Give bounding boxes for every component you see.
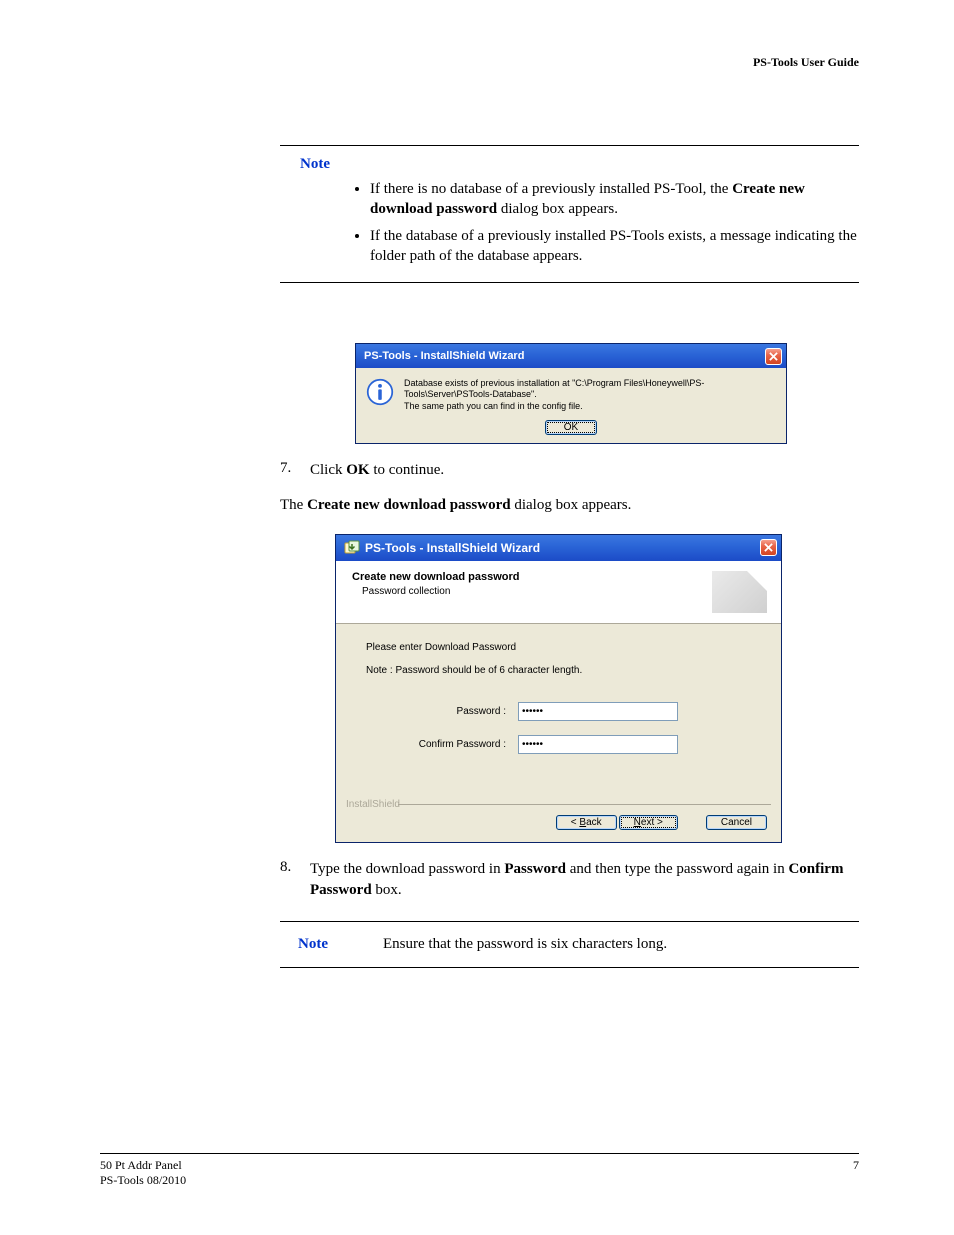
wizard-header-title: Create new download password: [352, 571, 702, 583]
step-number: 8.: [280, 859, 310, 901]
note-label: Note: [300, 156, 859, 173]
password-input[interactable]: [518, 702, 678, 721]
note-box-2: Note Ensure that the password is six cha…: [280, 921, 859, 968]
wizard-titlebar: PS-Tools - InstallShield Wizard: [336, 535, 781, 561]
page-header-title: PS-Tools User Guide: [100, 55, 859, 70]
step-number: 7.: [280, 460, 310, 481]
footer-line-2: PS-Tools 08/2010: [100, 1173, 186, 1187]
info-icon: [366, 378, 394, 406]
wizard-prompt: Please enter Download Password: [366, 642, 751, 653]
installshield-brand: InstallShield: [336, 799, 781, 807]
installer-icon: [344, 540, 360, 556]
note-bullet-2: If the database of a previously installe…: [370, 226, 859, 267]
paragraph: The Create new download password dialog …: [280, 497, 859, 514]
page-footer: 50 Pt Addr Panel PS-Tools 08/2010 7: [100, 1153, 859, 1187]
wizard-header: Create new download password Password co…: [336, 561, 781, 624]
footer-line-1: 50 Pt Addr Panel: [100, 1158, 186, 1172]
close-icon[interactable]: [765, 348, 782, 365]
wizard-title: PS-Tools - InstallShield Wizard: [365, 541, 760, 555]
wizard-note: Note : Password should be of 6 character…: [366, 665, 751, 676]
page-number: 7: [853, 1158, 859, 1187]
step-7: 7. Click OK to continue.: [280, 460, 859, 481]
confirm-password-input[interactable]: [518, 735, 678, 754]
message-box: PS-Tools - InstallShield Wizard Database…: [355, 343, 787, 444]
next-button[interactable]: Next >: [619, 815, 678, 830]
back-button[interactable]: < Back: [556, 815, 617, 830]
step-8: 8. Type the download password in Passwor…: [280, 859, 859, 901]
message-box-text: Database exists of previous installation…: [404, 378, 776, 412]
ok-button[interactable]: OK: [545, 420, 597, 435]
confirm-password-label: Confirm Password :: [366, 739, 518, 750]
close-icon[interactable]: [760, 539, 777, 556]
cancel-button[interactable]: Cancel: [706, 815, 767, 830]
wizard-header-subtitle: Password collection: [362, 586, 702, 597]
note-label: Note: [280, 936, 383, 953]
message-box-titlebar: PS-Tools - InstallShield Wizard: [356, 344, 786, 368]
wizard-banner-image: [712, 571, 767, 613]
note-box-1: Note If there is no database of a previo…: [280, 145, 859, 283]
password-label: Password :: [366, 706, 518, 717]
wizard-dialog: PS-Tools - InstallShield Wizard Create n…: [335, 534, 782, 843]
note-text: Ensure that the password is six characte…: [383, 936, 859, 953]
message-box-title: PS-Tools - InstallShield Wizard: [364, 350, 765, 362]
note-bullet-1: If there is no database of a previously …: [370, 179, 859, 220]
